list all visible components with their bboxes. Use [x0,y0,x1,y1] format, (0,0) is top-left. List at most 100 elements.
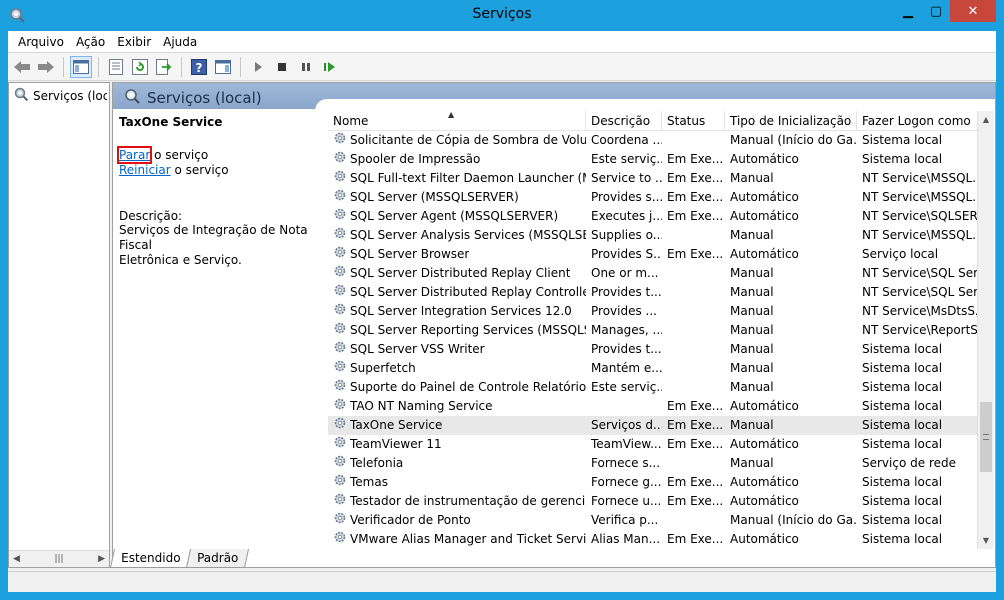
table-row[interactable]: SQL Server (MSSQLSERVER) Provides s... Em … [328,188,978,207]
menu-ajuda[interactable]: Ajuda [157,35,203,49]
service-name: SQL Server Reporting Services (MSSQLSER.… [350,323,586,337]
stop-service-button[interactable] [271,56,293,78]
table-row[interactable]: SQL Server Distributed Replay Controller… [328,283,978,302]
scroll-thumb[interactable] [980,401,992,472]
refresh-button[interactable] [129,56,151,78]
cell-startup-type: Automático [730,475,799,489]
table-row[interactable]: SQL Server VSS Writer Provides t... Manual… [328,340,978,359]
back-button[interactable] [11,56,33,78]
cell-status [662,340,725,359]
minimize-button[interactable]: ▁ [894,0,922,22]
pause-service-button[interactable] [295,56,317,78]
column-name-label: Nome [333,114,369,128]
restart-service-button[interactable] [319,56,341,78]
table-row[interactable]: Superfetch Mantém e... Manual Sistema local [328,359,978,378]
column-header-startup-type[interactable]: Tipo de Inicialização [725,111,857,131]
list-vertical-scrollbar[interactable]: ▲ ▼ [977,111,994,549]
cell-description: Verifica p... [591,513,659,527]
properties-button[interactable] [105,56,127,78]
description-line-2: Eletrônica e Serviço. [119,253,242,267]
cell-status: Em Exe... [667,475,724,489]
cell-log-on-as: Serviço de rede [862,456,956,470]
table-row[interactable]: SQL Server Analysis Services (MSSQLSERVE… [328,226,978,245]
cell-name: SQL Server Reporting Services (MSSQLSER.… [328,321,586,340]
table-row[interactable]: SQL Server Integration Services 12.0 Prov… [328,302,978,321]
table-row[interactable]: Telefonia Fornece s... Manual Serviço de re… [328,454,978,473]
table-row[interactable]: SQL Server Agent (MSSQLSERVER) Executes j… [328,207,978,226]
restart-service-link[interactable]: Reiniciar [119,163,171,177]
table-row[interactable]: Spooler de Impressão Este serviç... Em Exe… [328,150,978,169]
table-row[interactable]: SQL Full-text Filter Daemon Launcher (MS… [328,169,978,188]
column-header-status[interactable]: Status [662,111,725,131]
restart-service-text: o serviço [170,163,229,177]
scroll-grip-icon: ||| [54,554,64,564]
cell-startup-type: Automático [730,532,799,546]
table-row[interactable]: TeamViewer 11 TeamView... Em Exe... Automát… [328,435,978,454]
tab-padrao[interactable]: Padrão [186,549,250,568]
table-row[interactable]: Suporte do Painel de Controle Relatórios… [328,378,978,397]
toolbar-separator [63,56,64,77]
service-name: SQL Server Agent (MSSQLSERVER) [350,209,559,223]
menu-acao[interactable]: Ação [70,35,111,49]
help-button[interactable]: ? [188,56,210,78]
cell-name: Temas [328,473,586,492]
service-gear-icon [333,131,347,150]
cell-name: Spooler de Impressão [328,150,586,169]
export-list-button[interactable] [153,56,175,78]
tree-item-services-local[interactable]: Serviços (local) [13,86,107,105]
close-button[interactable]: ✕ [950,0,996,22]
cell-status [662,283,725,302]
cell-log-on-as: Sistema local [862,399,943,413]
table-row[interactable]: Temas Fornece g... Em Exe... Automático Sist… [328,473,978,492]
table-row[interactable]: SQL Server Distributed Replay Client One … [328,264,978,283]
table-row[interactable]: VMware Alias Manager and Ticket Service A… [328,530,978,549]
service-name: Telefonia [350,456,404,470]
column-header-log-on-as[interactable]: Fazer Logon como [857,111,978,131]
service-gear-icon [333,207,347,226]
table-row[interactable]: Testador de instrumentação de gerenciam.… [328,492,978,511]
tree-item-label: Serviços (local) [33,88,107,103]
table-row[interactable]: TaxOne Service Serviços d... Em Exe... Manu… [328,416,978,435]
maximize-icon: ▢ [929,3,943,19]
stop-icon [278,62,286,71]
cell-status: Em Exe... [667,494,724,508]
cell-name: SQL Server VSS Writer [328,340,586,359]
tab-estendido[interactable]: Estendido [109,549,192,568]
forward-button[interactable] [35,56,57,78]
column-header-name[interactable]: Nome ▲ [328,111,586,131]
stop-service-link[interactable]: Parar [116,146,153,164]
cell-description: Este serviç... [591,152,662,166]
arrow-left-icon [14,60,30,73]
cell-status: Em Exe... [667,437,724,451]
menu-arquivo[interactable]: Arquivo [12,35,70,49]
menu-exibir[interactable]: Exibir [111,35,157,49]
cell-log-on-as: Sistema local [862,133,943,147]
console-tree: Serviços (local) ◀ ||| ▶ [8,82,110,568]
scroll-down-icon[interactable]: ▼ [978,532,994,549]
service-detail-panel: TaxOne Service Parar o serviço Reiniciar… [116,113,319,268]
service-gear-icon [333,264,347,283]
scroll-up-icon[interactable]: ▲ [978,111,994,128]
table-row[interactable]: Solicitante de Cópia de Sombra de Volume… [328,131,978,150]
start-service-button[interactable] [247,56,269,78]
services-pane: Serviços (local) TaxOne Service Parar o … [112,82,996,568]
column-header-description[interactable]: Descrição [586,111,662,131]
console-tree-icon [73,59,89,74]
table-row[interactable]: Verificador de Ponto Verifica p... Manual … [328,511,978,530]
cell-status [662,378,725,397]
cell-startup-type: Manual [730,380,774,394]
show-console-tree-button[interactable] [70,55,92,78]
table-row[interactable]: TAO NT Naming Service Em Exe... Automático… [328,397,978,416]
service-name: SQL Server Distributed Replay Client [350,266,571,280]
table-row[interactable]: SQL Server Browser Provides S... Em Exe...… [328,245,978,264]
tree-horizontal-scrollbar[interactable]: ◀ ||| ▶ [9,550,109,567]
title-bar: Serviços ▁ ▢ ✕ [0,0,1004,31]
table-row[interactable]: SQL Server Reporting Services (MSSQLSER.… [328,321,978,340]
cell-startup-type: Manual [730,456,774,470]
cell-startup-type: Manual [730,342,774,356]
service-name: Spooler de Impressão [350,152,481,166]
cell-status: Em Exe... [667,209,724,223]
show-action-pane-button[interactable] [212,56,234,78]
maximize-button[interactable]: ▢ [922,0,950,22]
play-icon [255,61,262,72]
